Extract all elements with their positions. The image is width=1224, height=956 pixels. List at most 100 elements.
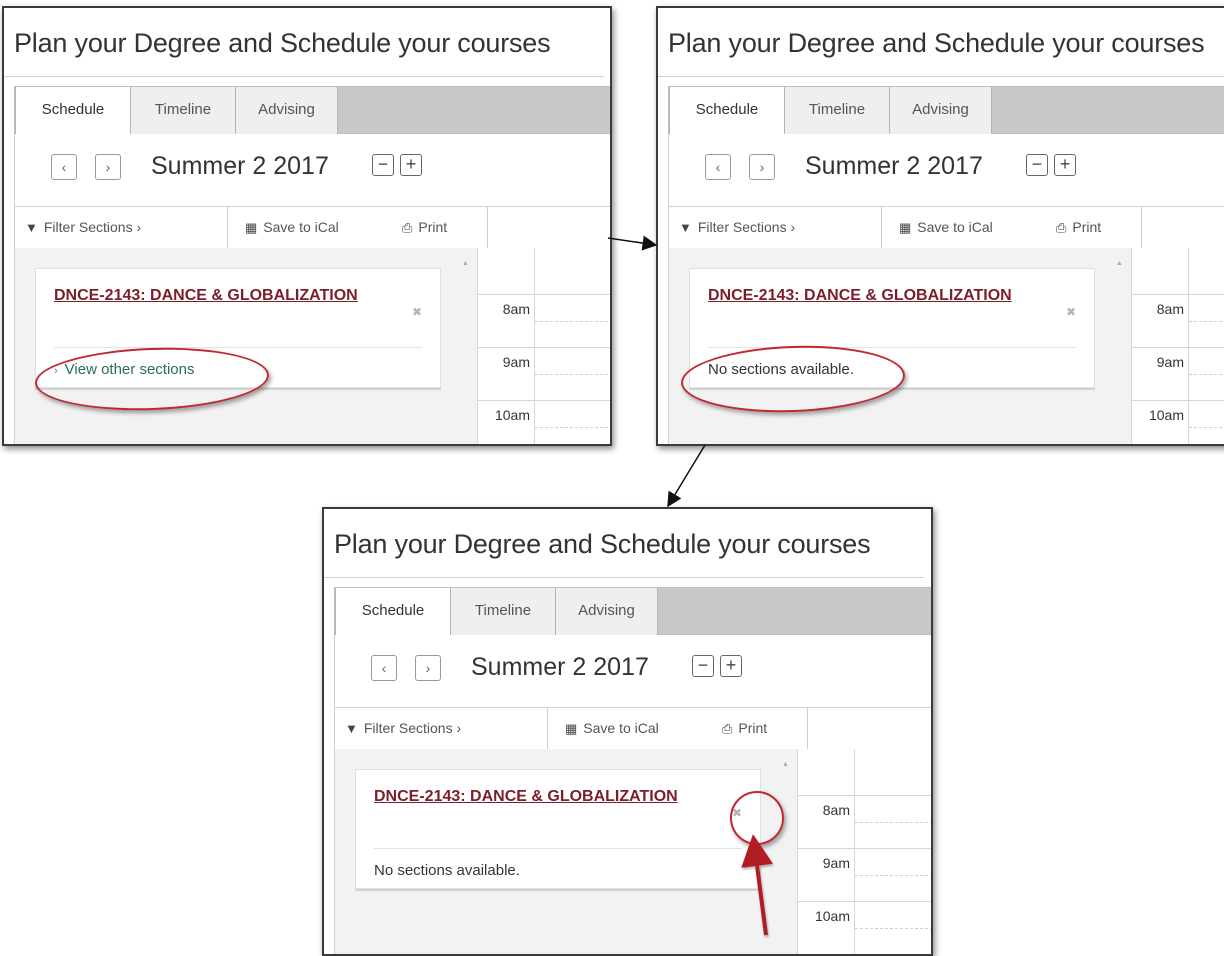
- next-term-button[interactable]: ›: [749, 154, 775, 180]
- course-title-link[interactable]: DNCE-2143: DANCE & GLOBALIZATION: [374, 788, 678, 806]
- save-to-ical-button[interactable]: ▦ Save to iCal: [899, 207, 993, 249]
- calendar-icon: ▦: [899, 220, 912, 235]
- zoom-in-button[interactable]: +: [1054, 154, 1076, 176]
- previous-term-button[interactable]: ‹: [705, 154, 731, 180]
- schedule-toolbar: ▼ Filter Sections › ▦ Save to iCal ⎙ Print: [668, 206, 1224, 250]
- tab-advising[interactable]: Advising: [556, 588, 658, 636]
- schedule-workspace: DNCE-2143: DANCE & GLOBALIZATION ✖ No se…: [334, 749, 931, 954]
- save-to-ical-label: Save to iCal: [917, 219, 993, 235]
- toolbar-divider: [547, 708, 548, 750]
- save-to-ical-button[interactable]: ▦ Save to iCal: [245, 207, 339, 249]
- hour-row: 10am: [1132, 401, 1224, 444]
- toolbar-divider: [881, 207, 882, 249]
- tab-timeline[interactable]: Timeline: [785, 87, 890, 135]
- half-hour-line: [1189, 321, 1224, 322]
- card-divider: [708, 347, 1076, 348]
- planner-page: Plan your Degree and Schedule your cours…: [658, 8, 1224, 444]
- calendar-grid: 8am 9am 10am: [1131, 248, 1224, 444]
- hour-row: 9am: [478, 348, 610, 401]
- printer-icon: ⎙: [722, 721, 733, 736]
- scroll-up-icon[interactable]: ▲: [1116, 260, 1123, 267]
- tab-advising[interactable]: Advising: [890, 87, 992, 135]
- tab-bar: Schedule Timeline Advising: [334, 587, 931, 637]
- remove-course-icon[interactable]: ✖: [412, 305, 422, 319]
- planner-page: Plan your Degree and Schedule your cours…: [324, 509, 931, 954]
- previous-term-button[interactable]: ‹: [51, 154, 77, 180]
- no-sections-message: No sections available.: [708, 361, 854, 378]
- calendar-header: [478, 248, 610, 295]
- tab-schedule[interactable]: Schedule: [335, 588, 451, 637]
- tab-schedule[interactable]: Schedule: [15, 87, 131, 136]
- view-other-sections-link[interactable]: › View other sections: [54, 361, 194, 378]
- zoom-out-button[interactable]: −: [1026, 154, 1048, 176]
- filter-sections-button[interactable]: ▼ Filter Sections ›: [345, 708, 461, 750]
- remove-course-icon[interactable]: ✖: [1066, 305, 1076, 319]
- filter-icon: ▼: [345, 721, 358, 736]
- print-button[interactable]: ⎙ Print: [402, 207, 447, 249]
- previous-term-button[interactable]: ‹: [371, 655, 397, 681]
- filter-sections-button[interactable]: ▼ Filter Sections ›: [679, 207, 795, 249]
- half-hour-line: [855, 875, 931, 876]
- filter-sections-label: Filter Sections ›: [363, 720, 462, 736]
- hour-row: 9am: [1132, 348, 1224, 401]
- view-other-sections-label: View other sections: [64, 361, 195, 378]
- page-title: Plan your Degree and Schedule your cours…: [14, 28, 551, 58]
- course-title-link[interactable]: DNCE-2143: DANCE & GLOBALIZATION: [708, 287, 1012, 305]
- tab-bar: Schedule Timeline Advising: [668, 86, 1224, 136]
- filter-sections-label: Filter Sections ›: [697, 219, 796, 235]
- print-label: Print: [418, 219, 448, 235]
- tab-timeline[interactable]: Timeline: [451, 588, 556, 636]
- schedule-workspace: DNCE-2143: DANCE & GLOBALIZATION ✖ No se…: [668, 248, 1224, 444]
- half-hour-line: [535, 374, 610, 375]
- printer-icon: ⎙: [1056, 220, 1067, 235]
- toolbar-divider: [227, 207, 228, 249]
- filter-sections-label: Filter Sections ›: [43, 219, 142, 235]
- tab-bar: Schedule Timeline Advising: [14, 86, 610, 136]
- hour-label: 10am: [1148, 407, 1184, 423]
- next-term-button[interactable]: ›: [95, 154, 121, 180]
- term-navigation: ‹ › Summer 2 2017 − +: [14, 134, 610, 206]
- print-button[interactable]: ⎙ Print: [1056, 207, 1101, 249]
- course-card: DNCE-2143: DANCE & GLOBALIZATION ✖ No se…: [355, 769, 761, 889]
- zoom-in-button[interactable]: +: [720, 655, 742, 677]
- half-hour-line: [855, 822, 931, 823]
- calendar-divider: [534, 248, 535, 294]
- hour-label: 8am: [1156, 301, 1184, 317]
- term-navigation: ‹ › Summer 2 2017 − +: [334, 635, 931, 707]
- title-divider: [658, 76, 1224, 77]
- hour-label: 10am: [494, 407, 530, 423]
- hour-label: 9am: [1156, 354, 1184, 370]
- course-title-link[interactable]: DNCE-2143: DANCE & GLOBALIZATION: [54, 287, 358, 305]
- next-term-button[interactable]: ›: [415, 655, 441, 681]
- term-label: Summer 2 2017: [151, 152, 329, 180]
- hour-row: 10am: [478, 401, 610, 444]
- zoom-out-button[interactable]: −: [372, 154, 394, 176]
- scroll-up-icon[interactable]: ▲: [782, 761, 789, 768]
- title-divider: [324, 577, 924, 578]
- save-to-ical-label: Save to iCal: [263, 219, 339, 235]
- half-hour-line: [535, 427, 610, 428]
- save-to-ical-label: Save to iCal: [583, 720, 659, 736]
- hour-label: 8am: [822, 802, 850, 818]
- print-button[interactable]: ⎙ Print: [722, 708, 767, 750]
- course-card: DNCE-2143: DANCE & GLOBALIZATION ✖ › View…: [35, 268, 441, 388]
- half-hour-line: [535, 321, 610, 322]
- filter-sections-button[interactable]: ▼ Filter Sections ›: [25, 207, 141, 249]
- half-hour-line: [855, 928, 931, 929]
- hour-row: 10am: [798, 902, 931, 954]
- remove-course-icon[interactable]: ✖: [732, 806, 742, 820]
- zoom-out-button[interactable]: −: [692, 655, 714, 677]
- tab-timeline[interactable]: Timeline: [131, 87, 236, 135]
- arrow-right: [607, 235, 658, 251]
- scroll-up-icon[interactable]: ▲: [462, 260, 469, 267]
- tab-advising[interactable]: Advising: [236, 87, 338, 135]
- screenshot-panel-3: Plan your Degree and Schedule your cours…: [322, 507, 933, 956]
- calendar-divider: [1188, 401, 1189, 444]
- tab-schedule[interactable]: Schedule: [669, 87, 785, 136]
- zoom-in-button[interactable]: +: [400, 154, 422, 176]
- half-hour-line: [1189, 427, 1224, 428]
- calendar-grid: 8am 9am 10am: [477, 248, 610, 444]
- print-label: Print: [1072, 219, 1102, 235]
- half-hour-line: [1189, 374, 1224, 375]
- save-to-ical-button[interactable]: ▦ Save to iCal: [565, 708, 659, 750]
